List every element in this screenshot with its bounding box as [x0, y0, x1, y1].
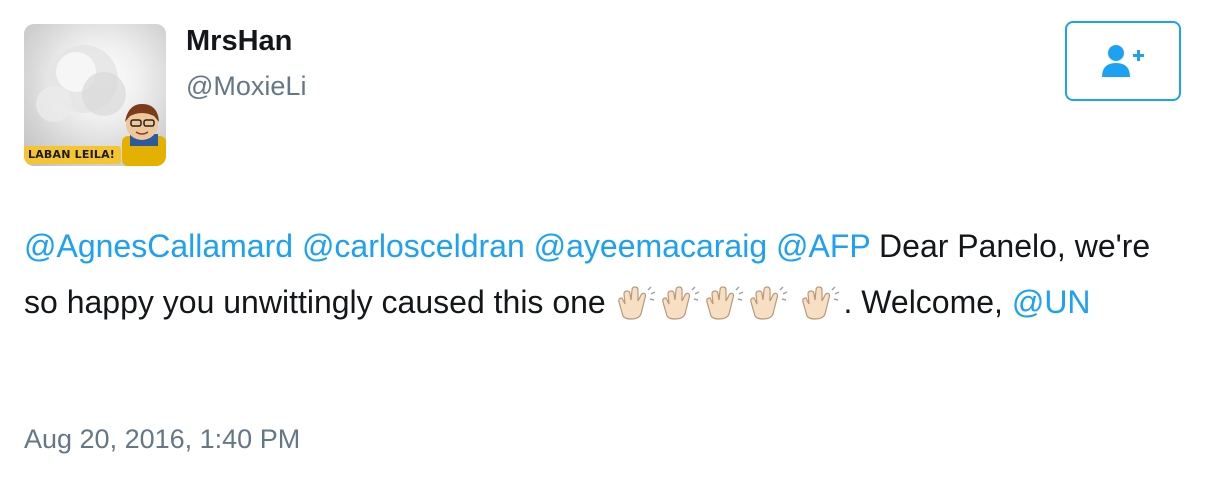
- tweet-body-end: . Welcome,: [843, 284, 1003, 320]
- mention-link[interactable]: @AgnesCallamard: [24, 228, 293, 264]
- clapping-hands-icon: [615, 281, 657, 337]
- mention-link[interactable]: @AFP: [776, 228, 870, 264]
- clapping-hands-icon: [747, 281, 789, 337]
- tweet-timestamp[interactable]: Aug 20, 2016, 1:40 PM: [24, 422, 300, 456]
- avatar-banner: LABAN LEILA!: [24, 146, 122, 164]
- clapping-hands-icon: [799, 281, 841, 337]
- clapping-hands-icon: [659, 281, 701, 337]
- display-name[interactable]: MrsHan: [186, 24, 292, 58]
- mention-link-un[interactable]: @UN: [1012, 284, 1091, 320]
- follow-button[interactable]: [1065, 21, 1181, 101]
- mention-link[interactable]: @carlosceldran: [302, 228, 525, 264]
- clapping-hands-icon: [703, 281, 745, 337]
- tweet-text: @AgnesCallamard @carlosceldran @ayeemaca…: [24, 218, 1184, 337]
- mention-link[interactable]: @ayeemacaraig: [534, 228, 767, 264]
- avatar[interactable]: LABAN LEILA!: [24, 24, 166, 166]
- add-user-icon: [1102, 45, 1144, 77]
- avatar-illustration: [36, 45, 166, 166]
- user-handle[interactable]: @MoxieLi: [186, 70, 306, 102]
